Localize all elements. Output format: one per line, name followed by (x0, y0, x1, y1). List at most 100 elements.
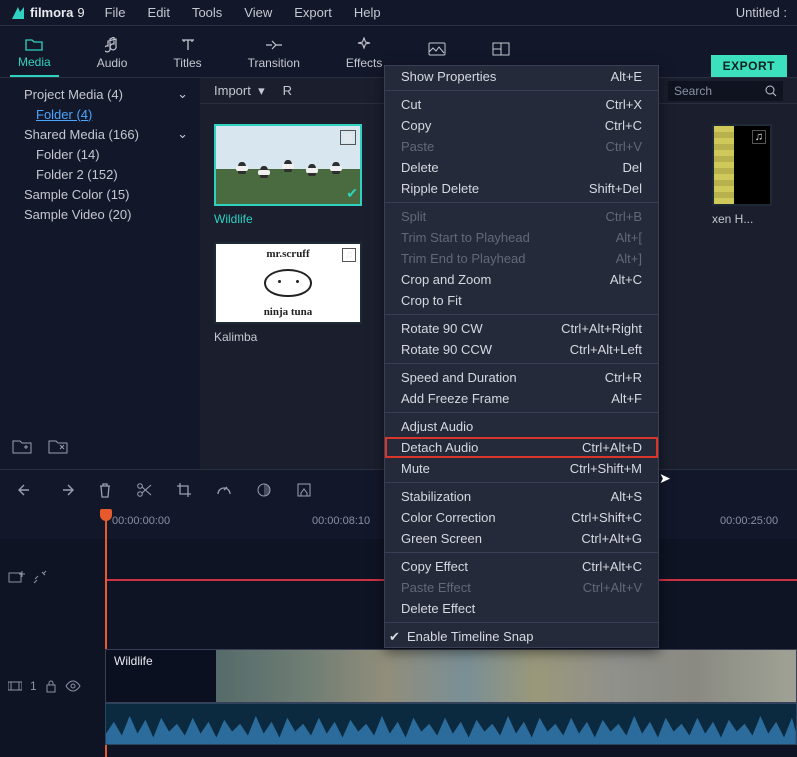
undo-icon[interactable] (18, 483, 34, 497)
menu-separator (385, 363, 658, 364)
speed-icon[interactable] (216, 482, 232, 498)
thumb-xen[interactable]: ♫ xen H... (712, 124, 772, 226)
record-button[interactable]: R (283, 83, 292, 98)
menu-item[interactable]: Add Freeze FrameAlt+F (385, 388, 658, 409)
menu-item[interactable]: Rotate 90 CWCtrl+Alt+Right (385, 318, 658, 339)
sidebar-item[interactable]: Folder 2 (152) (12, 164, 188, 184)
ruler-tick: 00:00:25:00 (720, 515, 778, 527)
menu-item-accel: Ctrl+Alt+C (582, 559, 642, 574)
menu-item-label: Speed and Duration (401, 370, 517, 385)
menu-item-label: Delete Effect (401, 601, 475, 616)
import-button[interactable]: Import ▾ (214, 83, 265, 99)
thumb-kalimba[interactable]: mr.scruff ninja tuna ♫ Kalimba (214, 242, 362, 344)
menu-file[interactable]: File (105, 5, 126, 20)
menu-item[interactable]: Delete Effect (385, 598, 658, 619)
menu-edit[interactable]: Edit (148, 5, 170, 20)
project-title: Untitled : (736, 5, 787, 20)
menu-item-label: Stabilization (401, 489, 471, 504)
menu-item-label: Crop to Fit (401, 293, 462, 308)
menu-export[interactable]: Export (294, 5, 332, 20)
thumb-wildlife[interactable]: ▦ ✔ Wildlife (214, 124, 362, 226)
unlink-icon[interactable] (32, 569, 48, 585)
thumb-label: Wildlife (214, 212, 362, 226)
sidebar-item-label: Folder 2 (152) (36, 167, 118, 182)
sidebar-item[interactable]: Sample Video (20) (12, 204, 188, 224)
menu-item[interactable]: Color Correction Ctrl+Shift+C (385, 507, 658, 528)
sidebar-item[interactable]: Shared Media (166)⌄ (12, 124, 188, 144)
delete-folder-icon[interactable] (48, 438, 68, 454)
menu-item[interactable]: Stabilization Alt+S (385, 486, 658, 507)
menu-item[interactable]: CopyCtrl+C (385, 115, 658, 136)
menu-item[interactable]: Show PropertiesAlt+E (385, 66, 658, 87)
new-folder-icon[interactable] (12, 438, 32, 454)
timeline-clip[interactable]: Wildlife (105, 649, 797, 749)
menu-item[interactable]: Rotate 90 CCWCtrl+Alt+Left (385, 339, 658, 360)
menu-item-label: Ripple Delete (401, 181, 479, 196)
menu-item[interactable]: MuteCtrl+Shift+M (385, 458, 658, 479)
add-track-icon[interactable] (8, 570, 26, 584)
menu-item[interactable]: Copy EffectCtrl+Alt+C (385, 556, 658, 577)
menu-item-accel: Alt+E (611, 69, 642, 84)
video-track[interactable]: Wildlife (105, 649, 797, 703)
app-logo: filmora9 (10, 5, 85, 21)
sidebar-item[interactable]: Folder (4) (12, 104, 188, 124)
lock-icon[interactable] (45, 679, 57, 693)
menu-item[interactable]: DeleteDel (385, 157, 658, 178)
menu-item[interactable]: Green ScreenCtrl+Alt+G (385, 528, 658, 549)
sidebar-item[interactable]: Sample Color (15) (12, 184, 188, 204)
chevron-down-icon[interactable]: ⌄ (177, 86, 188, 102)
greenscreen-icon[interactable] (296, 482, 312, 498)
menu-item-accel: Ctrl+Alt+V (583, 580, 642, 595)
menu-help[interactable]: Help (354, 5, 381, 20)
menu-item-accel: Ctrl+Shift+C (571, 510, 642, 525)
menu-item-label: Rotate 90 CCW (401, 342, 492, 357)
track-number: 1 (30, 679, 37, 693)
menu-item-accel: Alt+[ (616, 230, 642, 245)
export-button[interactable]: EXPORT (711, 55, 787, 77)
menu-item-accel: Alt+C (610, 272, 642, 287)
menu-item[interactable]: Crop and ZoomAlt+C (385, 269, 658, 290)
chevron-down-icon[interactable]: ⌄ (177, 126, 188, 142)
trash-icon[interactable] (98, 482, 112, 498)
tab-transition-label: Transition (248, 56, 300, 70)
eye-icon[interactable] (65, 680, 81, 692)
menu-tools[interactable]: Tools (192, 5, 222, 20)
tab-transition[interactable]: Transition (240, 26, 308, 77)
waveform-icon (106, 704, 796, 745)
audio-track[interactable] (105, 703, 797, 745)
menu-item[interactable]: CutCtrl+X (385, 94, 658, 115)
menu-item-accel: Alt+S (611, 489, 642, 504)
redo-icon[interactable] (58, 483, 74, 497)
menu-separator (385, 552, 658, 553)
menu-item-accel: Alt+] (616, 251, 642, 266)
menu-item[interactable]: Ripple DeleteShift+Del (385, 178, 658, 199)
track-add-controls[interactable] (8, 569, 48, 585)
menu-item-accel: Ctrl+Alt+Right (561, 321, 642, 336)
menu-item-label: Color Correction (401, 510, 496, 525)
menu-item[interactable]: ✔Enable Timeline Snap (385, 626, 658, 647)
menu-item-accel: Alt+F (611, 391, 642, 406)
sidebar-item-label: Project Media (4) (24, 87, 123, 102)
split-screen-icon (492, 40, 510, 58)
scissors-icon[interactable] (136, 482, 152, 498)
check-icon: ✔ (389, 629, 400, 645)
tab-media[interactable]: Media (10, 26, 59, 77)
tab-titles[interactable]: Titles (165, 26, 209, 77)
sidebar-item[interactable]: Folder (14) (12, 144, 188, 164)
crop-icon[interactable] (176, 482, 192, 498)
menu-item[interactable]: Adjust Audio (385, 416, 658, 437)
tab-audio-label: Audio (97, 56, 128, 70)
menu-view[interactable]: View (244, 5, 272, 20)
search-input[interactable]: Search (668, 81, 783, 101)
cursor-icon: ➤ (659, 470, 671, 487)
menu-item[interactable]: Detach AudioCtrl+Alt+D (385, 437, 658, 458)
menu-item-accel: Ctrl+C (605, 118, 642, 133)
tab-audio[interactable]: Audio (89, 26, 136, 77)
menu-item-label: Cut (401, 97, 421, 112)
menu-item[interactable]: Crop to Fit (385, 290, 658, 311)
menu-item[interactable]: Speed and DurationCtrl+R (385, 367, 658, 388)
import-label: Import (214, 83, 251, 98)
color-icon[interactable] (256, 482, 272, 498)
tab-effects[interactable]: Effects (338, 26, 390, 77)
sidebar-item[interactable]: Project Media (4) ⌄ (12, 84, 188, 104)
